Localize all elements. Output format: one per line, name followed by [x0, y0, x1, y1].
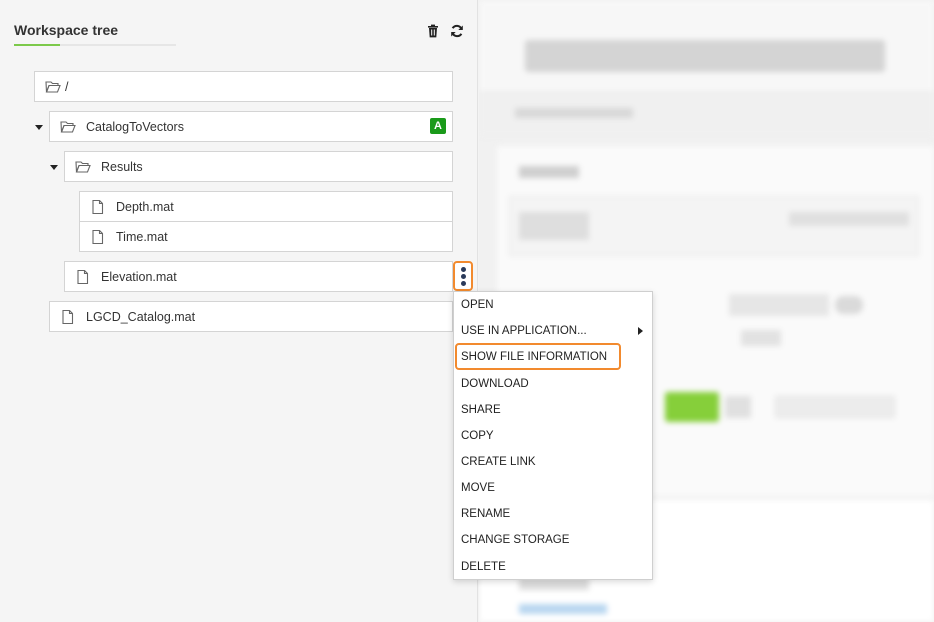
- tree-node-root[interactable]: /: [34, 71, 453, 102]
- menu-item-change-storage[interactable]: CHANGE STORAGE: [454, 527, 652, 553]
- menu-item-use-in-application[interactable]: USE IN APPLICATION...: [454, 318, 652, 344]
- menu-item-copy[interactable]: COPY: [454, 423, 652, 449]
- folder-open-icon: [60, 120, 76, 134]
- tree-node-label: CatalogToVectors: [86, 120, 184, 134]
- menu-item-download[interactable]: DOWNLOAD: [454, 371, 652, 397]
- app-badge: A: [430, 118, 446, 134]
- tree-node-label: Results: [101, 160, 143, 174]
- refresh-icon[interactable]: [450, 24, 464, 38]
- trash-icon[interactable]: [426, 24, 440, 38]
- tree-node-label: Elevation.mat: [101, 270, 177, 284]
- menu-item-delete[interactable]: DELETE: [454, 554, 652, 580]
- tree-node-time[interactable]: Time.mat: [79, 221, 453, 252]
- tree-node-label: LGCD_Catalog.mat: [86, 310, 196, 324]
- tree-node-catalogtovectors[interactable]: CatalogToVectors A: [49, 111, 453, 142]
- tree-node-elevation[interactable]: Elevation.mat: [64, 261, 453, 292]
- menu-item-show-file-information[interactable]: SHOW FILE INFORMATION: [454, 344, 652, 370]
- menu-item-open[interactable]: OPEN: [454, 292, 652, 318]
- title-underline: [14, 44, 176, 46]
- menu-item-move[interactable]: MOVE: [454, 475, 652, 501]
- tree-node-label: /: [65, 80, 69, 94]
- folder-open-icon: [75, 160, 91, 174]
- more-vertical-icon: [461, 274, 466, 279]
- tree-node-lgcd-catalog[interactable]: LGCD_Catalog.mat: [49, 301, 453, 332]
- workspace-tree-panel: Workspace tree / CatalogToVectors A Resu…: [0, 0, 478, 622]
- submenu-arrow-icon: [638, 327, 643, 335]
- panel-title: Workspace tree: [14, 22, 119, 38]
- caret-down-icon[interactable]: [50, 165, 58, 170]
- file-icon: [75, 269, 91, 285]
- file-icon: [90, 229, 106, 245]
- more-vertical-icon: [461, 267, 466, 272]
- tree-node-label: Time.mat: [116, 230, 168, 244]
- file-icon: [90, 199, 106, 215]
- caret-down-icon[interactable]: [35, 125, 43, 130]
- context-menu: OPEN USE IN APPLICATION... SHOW FILE INF…: [453, 291, 653, 580]
- tree-node-depth[interactable]: Depth.mat: [79, 191, 453, 222]
- menu-item-create-link[interactable]: CREATE LINK: [454, 449, 652, 475]
- folder-open-icon: [45, 80, 61, 94]
- menu-item-rename[interactable]: RENAME: [454, 501, 652, 527]
- file-icon: [60, 309, 76, 325]
- menu-item-share[interactable]: SHARE: [454, 397, 652, 423]
- tree-node-label: Depth.mat: [116, 200, 174, 214]
- menu-item-label: USE IN APPLICATION...: [461, 325, 587, 337]
- more-vertical-icon: [461, 281, 466, 286]
- more-options-button[interactable]: [453, 261, 473, 291]
- tree-node-results[interactable]: Results: [64, 151, 453, 182]
